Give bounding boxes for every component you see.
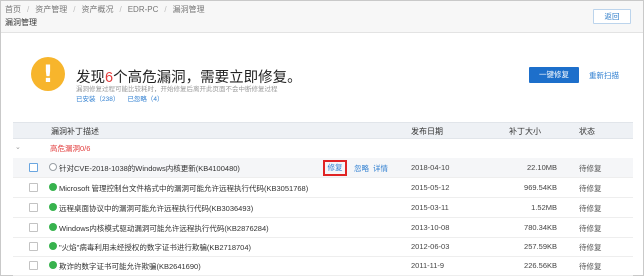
table-row[interactable]: 针对CVE-2018-1038的Windows内核更新(KB4100480) 修…: [13, 158, 633, 178]
column-header-name: 漏洞补丁描述: [51, 127, 99, 136]
exclamation-warning-icon: !: [31, 57, 65, 91]
patch-size: 969.54KB: [524, 183, 557, 192]
vuln-name: 欺诈的数字证书可能允许欺骗(KB2641690): [59, 262, 201, 271]
detail-link[interactable]: 详情: [373, 163, 388, 174]
row-checkbox[interactable]: [29, 203, 38, 212]
patch-size: 226.56KB: [524, 261, 557, 270]
back-button[interactable]: 返回: [593, 9, 631, 24]
patch-size: 257.59KB: [524, 242, 557, 251]
summary-stats: 已安装（238） 已忽略（4）: [76, 93, 171, 103]
vuln-name: "火焰"病毒利用未经授权的数字证书进行欺骗(KB2718704): [59, 243, 252, 252]
table-row[interactable]: Windows内核模式驱动漏洞可能允许远程执行代码(KB2876284) 201…: [13, 218, 633, 238]
chevron-down-icon[interactable]: ⌄: [15, 143, 21, 151]
breadcrumb-item-asset-overview[interactable]: 资产概况: [81, 4, 113, 15]
patch-size: 1.52MB: [531, 203, 557, 212]
release-date: 2018-04-10: [411, 163, 450, 172]
green-shield-icon: [49, 223, 57, 231]
row-checkbox[interactable]: [29, 163, 38, 172]
release-date: 2015-03-11: [411, 203, 449, 212]
status-text: 待修复: [579, 164, 602, 173]
summary-subtext: 漏洞修复过程可能比较耗时，开始修复后离开此页面不会中断修复过程: [76, 86, 278, 93]
release-date: 2011-11-9: [411, 261, 445, 270]
release-date: 2015-05-12: [411, 183, 450, 192]
column-header-size: 补丁大小: [509, 127, 541, 136]
vuln-name: 远程桌面协议中的漏洞可能允许远程执行代码(KB3036493): [59, 204, 254, 213]
row-checkbox[interactable]: [29, 242, 38, 251]
status-text: 待修复: [579, 184, 602, 193]
patch-size: 780.34KB: [524, 223, 557, 232]
vuln-name: Microsoft 管理控制台文件格式中的漏洞可能允许远程执行代码(KB3051…: [59, 184, 309, 193]
breadcrumb-item-home[interactable]: 首页: [5, 4, 21, 15]
release-date: 2012-06-03: [411, 242, 450, 251]
column-header-date: 发布日期: [411, 127, 443, 136]
breadcrumb-item-asset-management[interactable]: 资产管理: [35, 4, 67, 15]
vuln-name: 针对CVE-2018-1038的Windows内核更新(KB4100480): [59, 164, 240, 173]
breadcrumb-separator: /: [27, 5, 30, 14]
vuln-name: Windows内核模式驱动漏洞可能允许远程执行代码(KB2876284): [59, 224, 269, 233]
table-row[interactable]: "火焰"病毒利用未经授权的数字证书进行欺骗(KB2718704) 2012-06…: [13, 237, 633, 257]
group-label: 高危漏洞0/6: [50, 144, 91, 153]
table-row[interactable]: 欺诈的数字证书可能允许欺骗(KB2641690) 2011-11-9 226.5…: [13, 256, 633, 276]
ignore-link[interactable]: 忽略: [354, 163, 369, 174]
table-row[interactable]: 远程桌面协议中的漏洞可能允许远程执行代码(KB3036493) 2015-03-…: [13, 198, 633, 218]
ignored-link[interactable]: 已忽略（4）: [127, 96, 163, 103]
page-header: 首页 / 资产管理 / 资产概况 / EDR-PC / 漏洞管理 漏洞管理 返回: [1, 1, 643, 33]
row-checkbox[interactable]: [29, 261, 38, 270]
row-checkbox[interactable]: [29, 223, 38, 232]
one-click-repair-button[interactable]: 一键修复: [529, 67, 579, 83]
row-checkbox[interactable]: [29, 183, 38, 192]
installed-link[interactable]: 已安装（238）: [76, 96, 119, 103]
rescan-link[interactable]: 重新扫描: [589, 70, 619, 81]
breadcrumb: 首页 / 资产管理 / 资产概况 / EDR-PC / 漏洞管理: [5, 4, 205, 15]
status-text: 待修复: [579, 243, 602, 252]
patch-size: 22.10MB: [526, 163, 557, 172]
green-shield-icon: [49, 183, 57, 191]
vuln-group-header[interactable]: ⌄ 高危漏洞0/6: [13, 142, 633, 156]
table-header: 漏洞补丁描述 发布日期 补丁大小 状态: [13, 122, 633, 139]
breadcrumb-separator: /: [164, 5, 167, 14]
breadcrumb-separator: /: [73, 5, 76, 14]
repair-button[interactable]: 修复: [323, 160, 347, 176]
green-shield-icon: [49, 242, 57, 250]
app-window: 首页 / 资产管理 / 资产概况 / EDR-PC / 漏洞管理 漏洞管理 返回 ! 发现6个高…: [0, 0, 644, 276]
green-shield-icon: [49, 261, 57, 269]
breadcrumb-item-current: 漏洞管理: [172, 5, 205, 14]
breadcrumb-separator: /: [119, 5, 122, 14]
page-title: 漏洞管理: [5, 18, 37, 27]
status-text: 待修复: [579, 204, 602, 213]
green-shield-icon: [49, 203, 57, 211]
table-row[interactable]: Microsoft 管理控制台文件格式中的漏洞可能允许远程执行代码(KB3051…: [13, 178, 633, 198]
column-header-status: 状态: [579, 127, 595, 136]
breadcrumb-item-host[interactable]: EDR-PC: [128, 5, 159, 14]
status-text: 待修复: [579, 262, 602, 271]
release-date: 2013-10-08: [411, 223, 450, 232]
status-text: 待修复: [579, 224, 602, 233]
outline-circle-icon: [49, 163, 57, 171]
